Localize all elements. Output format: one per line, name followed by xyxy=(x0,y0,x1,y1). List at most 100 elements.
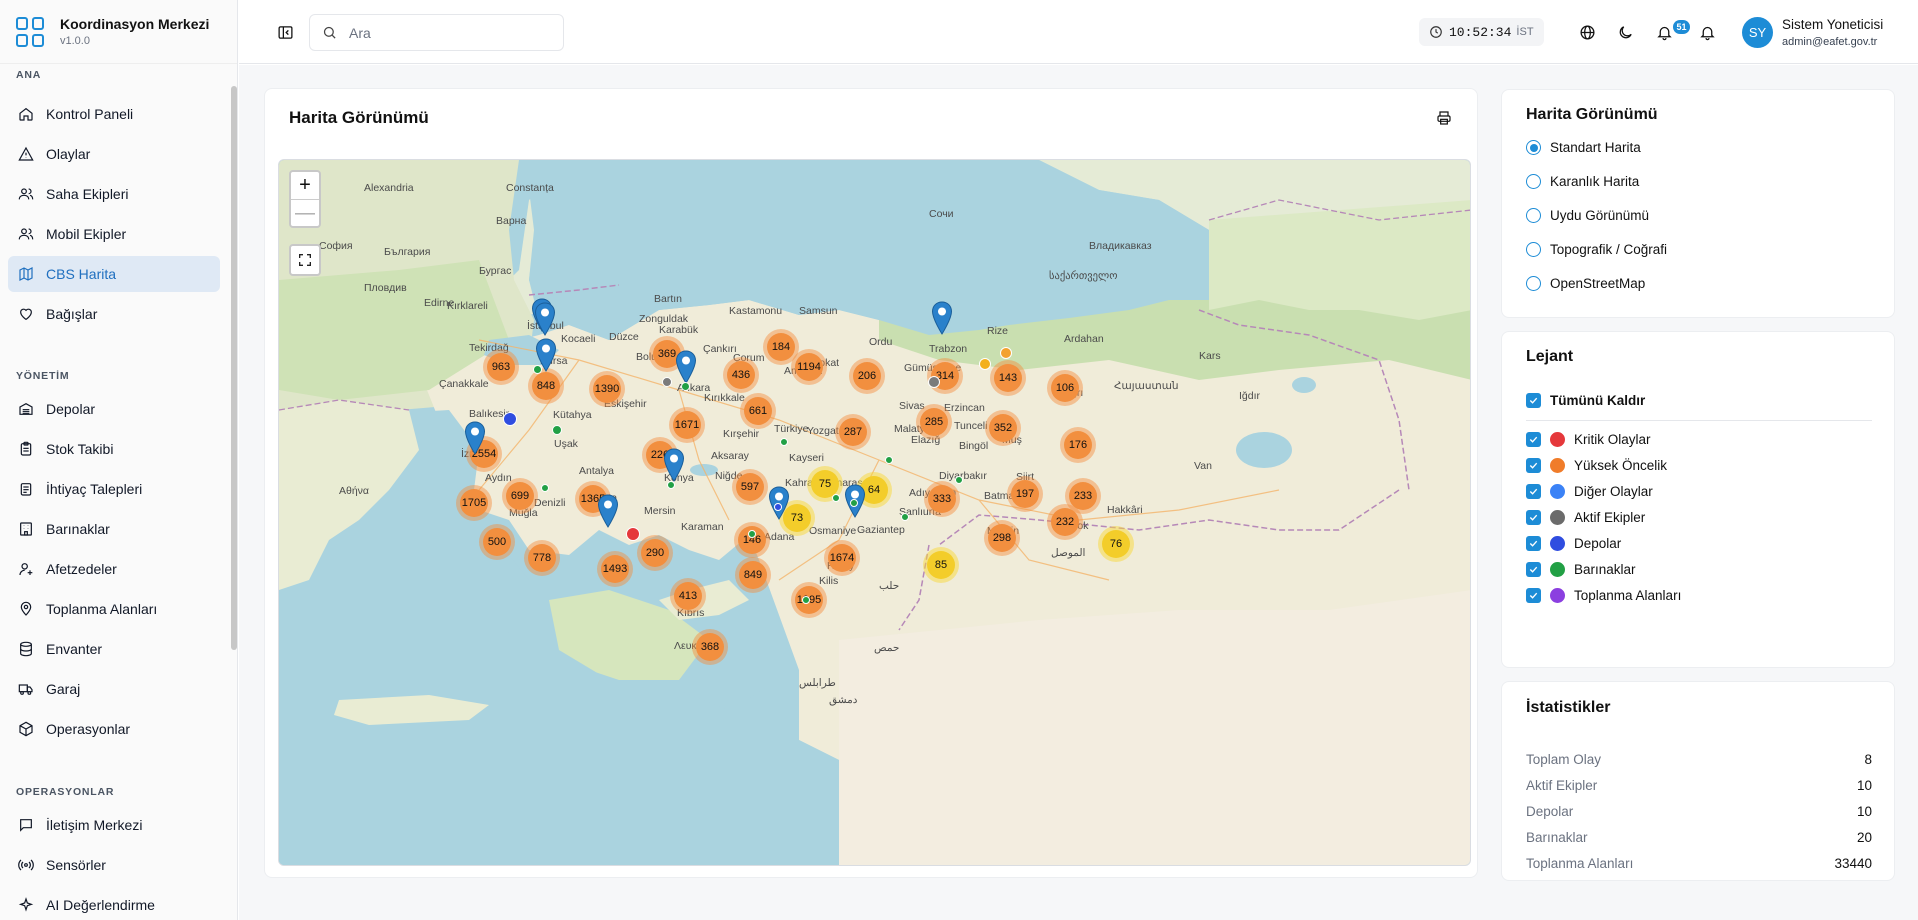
map-point-marker[interactable] xyxy=(928,376,940,388)
map-point-marker[interactable] xyxy=(541,484,549,492)
map-point-marker[interactable] xyxy=(774,503,782,511)
map-point-marker[interactable] xyxy=(552,425,562,435)
legend-item[interactable]: Diğer Olaylar xyxy=(1526,484,1653,499)
user-avatar[interactable]: SY xyxy=(1742,17,1773,48)
sidebar-scrollbar[interactable] xyxy=(231,86,237,650)
zoom-in-button[interactable]: + xyxy=(291,172,319,199)
map-style-option[interactable]: Topografik / Coğrafi xyxy=(1526,242,1667,257)
checkbox-checked-icon[interactable] xyxy=(1526,484,1541,499)
legend-item[interactable]: Barınaklar xyxy=(1526,562,1636,577)
user-name[interactable]: Sistem Yoneticisi xyxy=(1782,17,1883,32)
map-pin-icon[interactable] xyxy=(597,494,619,528)
map-cluster-marker[interactable]: 1493 xyxy=(597,551,633,587)
radio-icon[interactable] xyxy=(1526,174,1541,189)
sidebar-item-i-htiyaç-talepleri[interactable]: İhtiyaç Talepleri xyxy=(8,471,220,507)
legend-item[interactable]: Kritik Olaylar xyxy=(1526,432,1651,447)
map-style-option[interactable]: Karanlık Harita xyxy=(1526,174,1639,189)
map-cluster-marker[interactable]: 298 xyxy=(984,520,1020,556)
sidebar-toggle-button[interactable] xyxy=(271,18,299,46)
map-cluster-marker[interactable]: 76 xyxy=(1098,526,1134,562)
map-point-marker[interactable] xyxy=(532,364,542,374)
map-canvas[interactable]: Alexandria Constanța Варна София България Пло… xyxy=(278,159,1471,866)
map-cluster-marker[interactable]: 778 xyxy=(524,540,560,576)
sidebar-item-sensörler[interactable]: Sensörler xyxy=(8,847,220,883)
map-style-option[interactable]: Standart Harita xyxy=(1526,140,1641,155)
map-cluster-marker[interactable]: 85 xyxy=(923,547,959,583)
checkbox-checked-icon[interactable] xyxy=(1526,393,1541,408)
map-cluster-marker[interactable]: 849 xyxy=(735,557,771,593)
brand[interactable]: Koordinasyon Merkezi v1.0.0 xyxy=(0,0,237,64)
map-cluster-marker[interactable]: 143 xyxy=(990,360,1026,396)
checkbox-checked-icon[interactable] xyxy=(1526,536,1541,551)
map-cluster-marker[interactable]: 1705 xyxy=(456,485,492,521)
map-pin-icon[interactable] xyxy=(464,421,486,455)
radio-icon[interactable] xyxy=(1526,140,1541,155)
map-cluster-marker[interactable]: 699 xyxy=(502,478,538,514)
checkbox-checked-icon[interactable] xyxy=(1526,432,1541,447)
map-cluster-marker[interactable]: 1390 xyxy=(589,371,625,407)
map-cluster-marker[interactable]: 333 xyxy=(924,481,960,517)
language-button[interactable] xyxy=(1573,18,1601,46)
checkbox-checked-icon[interactable] xyxy=(1526,588,1541,603)
checkbox-checked-icon[interactable] xyxy=(1526,510,1541,525)
sidebar-item-bağışlar[interactable]: Bağışlar xyxy=(8,296,220,332)
map-point-marker[interactable] xyxy=(626,527,640,541)
sidebar-item-operasyonlar[interactable]: Operasyonlar xyxy=(8,711,220,747)
map-cluster-marker[interactable]: 1194 xyxy=(791,349,827,385)
sidebar-item-garaj[interactable]: Garaj xyxy=(8,671,220,707)
map-point-marker[interactable] xyxy=(667,481,675,489)
legend-item[interactable]: Toplanma Alanları xyxy=(1526,588,1681,603)
checkbox-checked-icon[interactable] xyxy=(1526,458,1541,473)
theme-toggle-button[interactable] xyxy=(1611,18,1639,46)
map-pin-icon[interactable] xyxy=(675,350,697,384)
sidebar-item-olaylar[interactable]: Olaylar xyxy=(8,136,220,172)
sidebar-item-afetzedeler[interactable]: Afetzedeler xyxy=(8,551,220,587)
sidebar-item-mobil-ekipler[interactable]: Mobil Ekipler xyxy=(8,216,220,252)
map-cluster-marker[interactable]: 146 xyxy=(734,522,770,558)
map-point-marker[interactable] xyxy=(680,381,690,391)
map-pin-icon[interactable] xyxy=(931,301,953,335)
radio-icon[interactable] xyxy=(1526,276,1541,291)
map-pin-icon[interactable] xyxy=(663,448,685,482)
map-cluster-marker[interactable]: 287 xyxy=(835,414,871,450)
map-cluster-marker[interactable]: 232 xyxy=(1047,504,1083,540)
map-cluster-marker[interactable]: 368 xyxy=(692,629,728,665)
map-cluster-marker[interactable]: 176 xyxy=(1060,427,1096,463)
legend-item[interactable]: Depolar xyxy=(1526,536,1621,551)
search-input[interactable] xyxy=(349,24,549,41)
map-point-marker[interactable] xyxy=(832,494,840,502)
checkbox-checked-icon[interactable] xyxy=(1526,562,1541,577)
map-cluster-marker[interactable]: 106 xyxy=(1047,370,1083,406)
fullscreen-button[interactable] xyxy=(289,244,321,276)
map-point-marker[interactable] xyxy=(780,438,788,446)
legend-item[interactable]: Yüksek Öncelik xyxy=(1526,458,1667,473)
map-point-marker[interactable] xyxy=(748,530,756,538)
map-point-marker[interactable] xyxy=(901,513,909,521)
map-point-marker[interactable] xyxy=(885,456,893,464)
map-point-marker[interactable] xyxy=(503,412,517,426)
map-cluster-marker[interactable]: 436 xyxy=(723,357,759,393)
map-point-marker[interactable] xyxy=(955,476,963,484)
print-button[interactable] xyxy=(1432,106,1456,130)
map-cluster-marker[interactable]: 963 xyxy=(483,349,519,385)
sidebar-item-envanter[interactable]: Envanter xyxy=(8,631,220,667)
sidebar-item-depolar[interactable]: Depolar xyxy=(8,391,220,427)
sidebar-item-cbs-harita[interactable]: CBS Harita xyxy=(8,256,220,292)
sidebar-item-saha-ekipleri[interactable]: Saha Ekipleri xyxy=(8,176,220,212)
search-box[interactable] xyxy=(309,14,564,51)
map-point-marker[interactable] xyxy=(802,596,810,604)
zoom-out-button[interactable]: — xyxy=(291,199,319,226)
map-cluster-marker[interactable]: 352 xyxy=(985,410,1021,446)
legend-item[interactable]: Aktif Ekipler xyxy=(1526,510,1645,525)
radio-icon[interactable] xyxy=(1526,242,1541,257)
map-cluster-marker[interactable]: 597 xyxy=(732,469,768,505)
map-style-option[interactable]: Uydu Görünümü xyxy=(1526,208,1649,223)
map-point-marker[interactable] xyxy=(850,499,858,507)
sidebar-item-barınaklar[interactable]: Barınaklar xyxy=(8,511,220,547)
map-cluster-marker[interactable]: 661 xyxy=(740,393,776,429)
sidebar-item-toplanma-alanları[interactable]: Toplanma Alanları xyxy=(8,591,220,627)
map-pin-icon[interactable] xyxy=(534,302,556,336)
map-cluster-marker[interactable]: 197 xyxy=(1007,476,1043,512)
map-style-option[interactable]: OpenStreetMap xyxy=(1526,276,1645,291)
map-cluster-marker[interactable]: 1671 xyxy=(669,407,705,443)
